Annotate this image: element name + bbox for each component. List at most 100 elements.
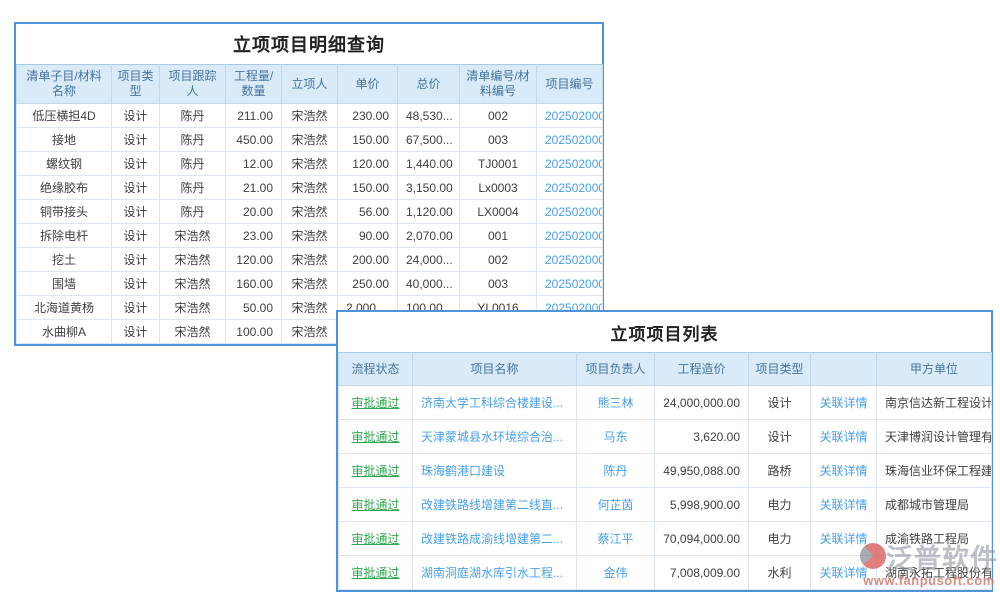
- project-name-link[interactable]: 改建铁路线增建第二线直...: [413, 488, 577, 522]
- leader-link[interactable]: 马东: [577, 420, 655, 454]
- quantity-cell: 50.00: [226, 296, 282, 320]
- initiator-cell: 宋浩然: [282, 320, 338, 344]
- project-type-cell: 设计: [112, 152, 160, 176]
- column-header: 工程量/数量: [226, 65, 282, 104]
- detail-query-panel: 立项项目明细查询 清单子目/材料名称项目类型项目跟踪人工程量/数量立项人单价总价…: [14, 22, 604, 346]
- project-code-link[interactable]: 2025020003: [537, 248, 603, 272]
- project-cost-cell: 3,620.00: [655, 420, 749, 454]
- related-detail-link[interactable]: 关联详情: [811, 488, 877, 522]
- project-name-link[interactable]: 珠海鹤港口建设: [413, 454, 577, 488]
- item-name-cell: 铜带接头: [17, 200, 112, 224]
- owner-unit-cell: 成渝铁路工程局: [877, 522, 992, 556]
- leader-link[interactable]: 何芷茵: [577, 488, 655, 522]
- list-code-cell: LX0004: [460, 200, 537, 224]
- quantity-cell: 12.00: [226, 152, 282, 176]
- project-name-link[interactable]: 天津蒙城县水环境综合治...: [413, 420, 577, 454]
- column-header: 总价: [398, 65, 460, 104]
- project-code-link[interactable]: 2025020004: [537, 128, 603, 152]
- total-price-cell: 1,440.00: [398, 152, 460, 176]
- list-code-cell: 001: [460, 224, 537, 248]
- initiator-cell: 宋浩然: [282, 176, 338, 200]
- owner-unit-cell: 天津博润设计管理有...: [877, 420, 992, 454]
- related-detail-link[interactable]: 关联详情: [811, 454, 877, 488]
- status-approved-link[interactable]: 审批通过: [339, 386, 413, 420]
- unit-price-cell: 56.00: [338, 200, 398, 224]
- project-cost-cell: 7,008,009.00: [655, 556, 749, 590]
- list-code-cell: 002: [460, 104, 537, 128]
- item-name-cell: 围墙: [17, 272, 112, 296]
- project-cost-cell: 24,000,000.00: [655, 386, 749, 420]
- tracker-cell: 陈丹: [160, 128, 226, 152]
- project-type-cell: 设计: [112, 224, 160, 248]
- project-type-cell: 路桥: [749, 454, 811, 488]
- detail-query-table: 清单子目/材料名称项目类型项目跟踪人工程量/数量立项人单价总价清单编号/材料编号…: [16, 64, 603, 344]
- project-code-link[interactable]: 2025020004: [537, 176, 603, 200]
- tracker-cell: 宋浩然: [160, 248, 226, 272]
- column-header: 甲方单位: [877, 353, 992, 386]
- initiator-cell: 宋浩然: [282, 104, 338, 128]
- column-header: 工程造价: [655, 353, 749, 386]
- screen: 立项项目明细查询 清单子目/材料名称项目类型项目跟踪人工程量/数量立项人单价总价…: [0, 0, 1000, 600]
- initiator-cell: 宋浩然: [282, 224, 338, 248]
- leader-link[interactable]: 熊三林: [577, 386, 655, 420]
- initiator-cell: 宋浩然: [282, 272, 338, 296]
- table-row: 审批通过改建铁路成渝线增建第二...蔡江平70,094,000.00电力关联详情…: [339, 522, 992, 556]
- project-code-link[interactable]: 2025020003: [537, 272, 603, 296]
- project-name-link[interactable]: 改建铁路成渝线增建第二...: [413, 522, 577, 556]
- related-detail-link[interactable]: 关联详情: [811, 522, 877, 556]
- project-name-link[interactable]: 济南大学工科综合楼建设...: [413, 386, 577, 420]
- project-code-link[interactable]: 2025020003: [537, 224, 603, 248]
- column-header: 流程状态: [339, 353, 413, 386]
- project-type-cell: 设计: [112, 200, 160, 224]
- unit-price-cell: 120.00: [338, 152, 398, 176]
- item-name-cell: 绝缘胶布: [17, 176, 112, 200]
- status-approved-link[interactable]: 审批通过: [339, 522, 413, 556]
- table-row: 围墙设计宋浩然160.00宋浩然250.0040,000...003202502…: [17, 272, 603, 296]
- project-type-cell: 设计: [112, 296, 160, 320]
- related-detail-link[interactable]: 关联详情: [811, 556, 877, 590]
- item-name-cell: 螺纹钢: [17, 152, 112, 176]
- item-name-cell: 接地: [17, 128, 112, 152]
- status-approved-link[interactable]: 审批通过: [339, 454, 413, 488]
- column-header: 项目跟踪人: [160, 65, 226, 104]
- project-name-link[interactable]: 湖南洞庭湖水库引水工程...: [413, 556, 577, 590]
- table-row: 绝缘胶布设计陈丹21.00宋浩然150.003,150.00Lx00032025…: [17, 176, 603, 200]
- column-header: 项目类型: [112, 65, 160, 104]
- tracker-cell: 陈丹: [160, 176, 226, 200]
- initiator-cell: 宋浩然: [282, 200, 338, 224]
- leader-link[interactable]: 金伟: [577, 556, 655, 590]
- table-row: 审批通过天津蒙城县水环境综合治...马东3,620.00设计关联详情天津博润设计…: [339, 420, 992, 454]
- quantity-cell: 100.00: [226, 320, 282, 344]
- column-header: 单价: [338, 65, 398, 104]
- list-code-cell: 002: [460, 248, 537, 272]
- total-price-cell: 48,530...: [398, 104, 460, 128]
- status-approved-link[interactable]: 审批通过: [339, 420, 413, 454]
- unit-price-cell: 230.00: [338, 104, 398, 128]
- initiator-cell: 宋浩然: [282, 296, 338, 320]
- status-approved-link[interactable]: 审批通过: [339, 556, 413, 590]
- detail-query-title: 立项项目明细查询: [16, 24, 602, 64]
- project-type-cell: 水利: [749, 556, 811, 590]
- project-type-cell: 设计: [112, 248, 160, 272]
- tracker-cell: 陈丹: [160, 152, 226, 176]
- project-code-link[interactable]: 2025020004: [537, 104, 603, 128]
- unit-price-cell: 250.00: [338, 272, 398, 296]
- project-cost-cell: 5,998,900.00: [655, 488, 749, 522]
- project-list-title: 立项项目列表: [338, 312, 991, 352]
- column-header: 立项人: [282, 65, 338, 104]
- column-header: 项目类型: [749, 353, 811, 386]
- project-type-cell: 设计: [112, 128, 160, 152]
- status-approved-link[interactable]: 审批通过: [339, 488, 413, 522]
- related-detail-link[interactable]: 关联详情: [811, 420, 877, 454]
- project-cost-cell: 70,094,000.00: [655, 522, 749, 556]
- project-type-cell: 设计: [112, 176, 160, 200]
- related-detail-link[interactable]: 关联详情: [811, 386, 877, 420]
- tracker-cell: 宋浩然: [160, 296, 226, 320]
- leader-link[interactable]: 蔡江平: [577, 522, 655, 556]
- project-type-cell: 设计: [749, 420, 811, 454]
- leader-link[interactable]: 陈丹: [577, 454, 655, 488]
- project-code-link[interactable]: 2025020004: [537, 152, 603, 176]
- column-header: 项目名称: [413, 353, 577, 386]
- table-row: 拆除电杆设计宋浩然23.00宋浩然90.002,070.000012025020…: [17, 224, 603, 248]
- project-code-link[interactable]: 2025020004: [537, 200, 603, 224]
